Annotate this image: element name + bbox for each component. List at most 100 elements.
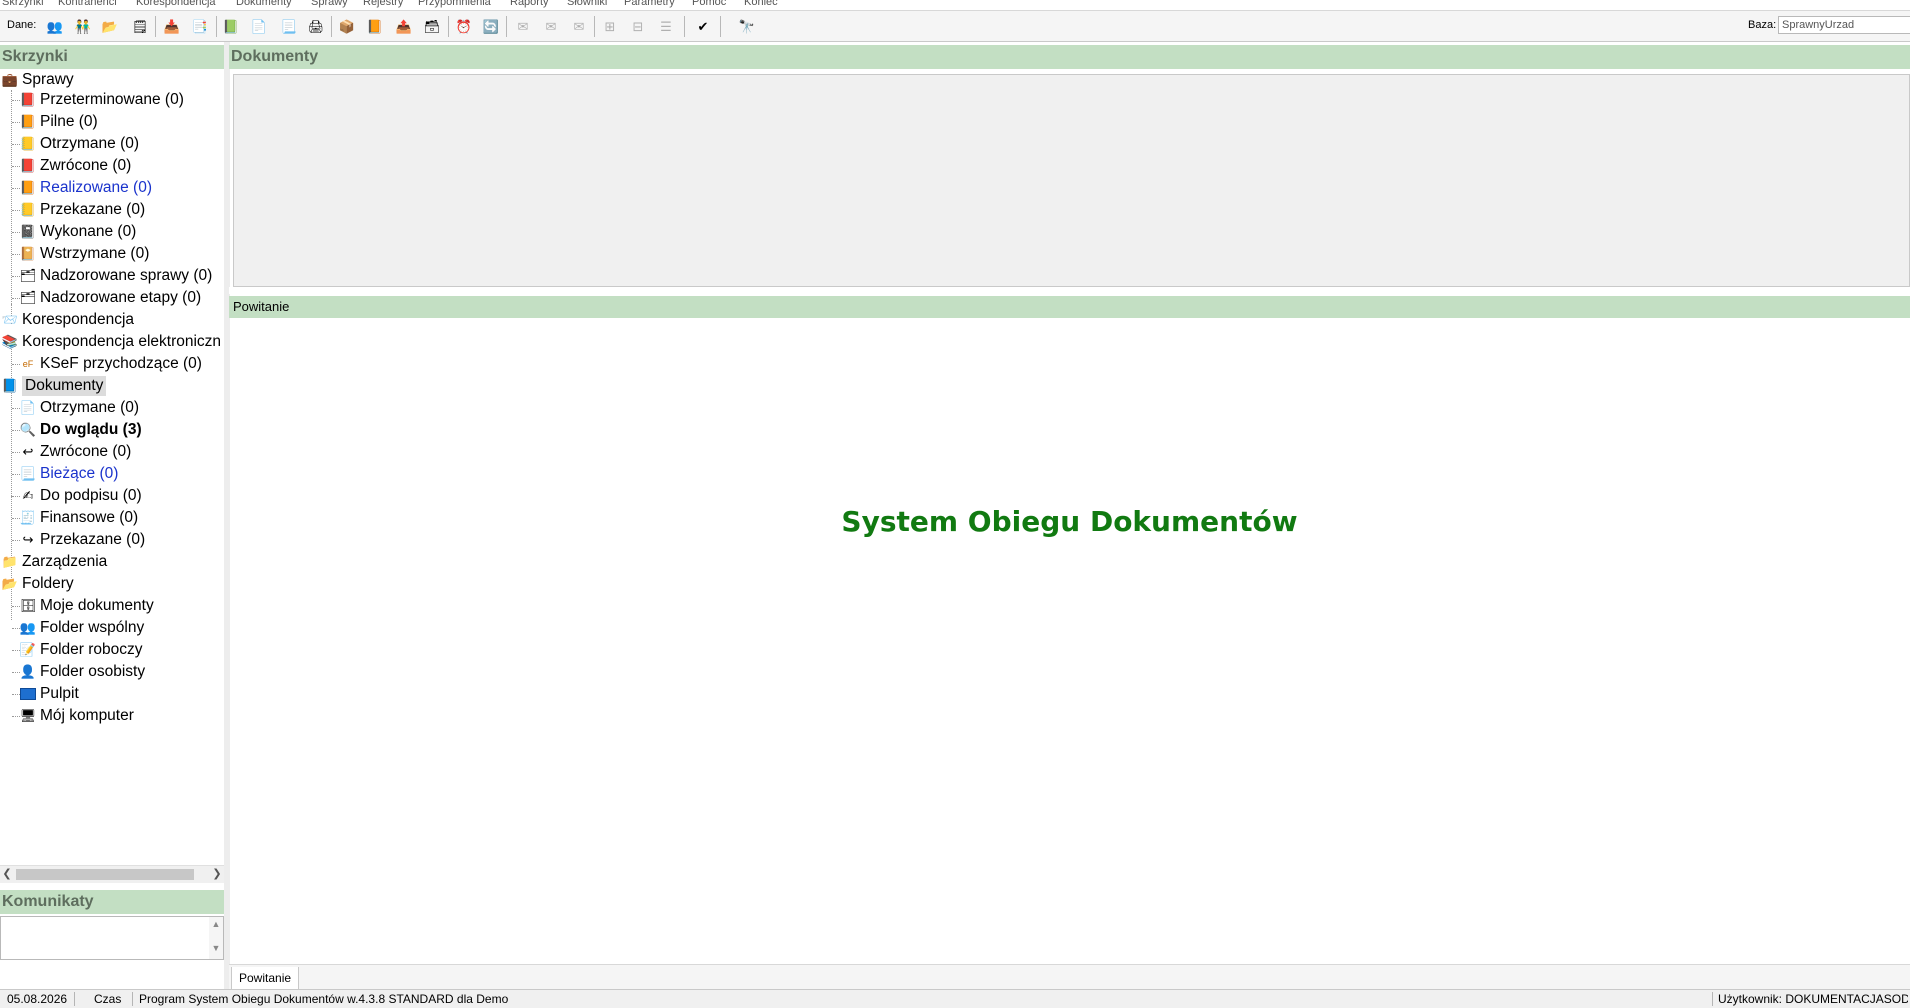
tree-node-finansowe[interactable]: 🧾 Finansowe (0): [20, 508, 138, 528]
doc-returned-icon: ↩: [22, 444, 34, 459]
tree-node-dok-zwrocone[interactable]: ↩ Zwrócone (0): [20, 442, 132, 462]
tree-node-wykonane[interactable]: 📓 Wykonane (0): [20, 222, 136, 242]
case-done-icon: 📓: [19, 224, 37, 239]
mail-icon[interactable]: ✉: [514, 17, 532, 35]
tree-node-zarzadzenia[interactable]: 📁 Zarządzenia: [2, 552, 107, 572]
tree-node-sprawy[interactable]: 💼 Sprawy: [2, 70, 74, 90]
menu-parametry[interactable]: Parametry: [624, 0, 675, 8]
tree-node-zwrocone[interactable]: 📕 Zwrócone (0): [20, 156, 131, 176]
tree-node-do-wgladu[interactable]: 🔍 Do wglądu (3): [20, 420, 142, 440]
menu-korespondencja[interactable]: Korespondencja: [136, 0, 216, 8]
tree-node-realizowane[interactable]: 📙 Realizowane (0): [20, 178, 152, 198]
tree-node-korespondencja-elektroniczna[interactable]: 📚 Korespondencja elektroniczn: [2, 332, 221, 352]
menu-rejestry[interactable]: Rejestry: [363, 0, 403, 8]
users-icon[interactable]: 👬: [74, 17, 92, 35]
check-icon[interactable]: ✔: [694, 17, 712, 35]
menu-raporty[interactable]: Raporty: [510, 0, 549, 8]
mail-open-icon[interactable]: ✉: [542, 17, 560, 35]
tree-node-ksef[interactable]: eF KSeF przychodzące (0): [20, 354, 202, 374]
case-returned-icon: 📕: [19, 158, 37, 173]
toolbar-separator: [684, 16, 685, 37]
tree-node-nadzorowane-sprawy[interactable]: 🗂 Nadzorowane sprawy (0): [20, 266, 213, 286]
tree-node-korespondencja[interactable]: 📨 Korespondencja: [2, 310, 134, 330]
green-doc-icon[interactable]: 📗: [222, 17, 240, 35]
dokumenty-list-area[interactable]: [233, 74, 1910, 287]
doc-icon[interactable]: 📄: [250, 17, 268, 35]
doc-arrow-icon[interactable]: 📃: [280, 17, 298, 35]
tree-list-icon[interactable]: ☰: [657, 17, 675, 35]
open-folder-icon[interactable]: 📂: [101, 17, 119, 35]
menu-dokumenty[interactable]: Dokumenty: [236, 0, 292, 8]
tree-node-moj-komputer[interactable]: 🖥 Mój komputer: [20, 706, 134, 726]
tree-node-dok-przekazane[interactable]: ↪ Przekazane (0): [20, 530, 146, 550]
tree-node-foldery[interactable]: 📂 Foldery: [2, 574, 74, 594]
tree-node-wstrzymane[interactable]: 📔 Wstrzymane (0): [20, 244, 149, 264]
menu-skrzynki[interactable]: Skrzynki: [2, 0, 44, 8]
tree-node-folder-osobisty[interactable]: 👤 Folder osobisty: [20, 662, 145, 682]
tree-node-przekazane[interactable]: 📒 Przekazane (0): [20, 200, 145, 220]
refresh-icon[interactable]: 🔄: [482, 17, 500, 35]
toolbar-separator: [594, 16, 595, 37]
case-forward-icon[interactable]: 📤: [395, 17, 413, 35]
clock-icon[interactable]: ⏰: [455, 17, 473, 35]
scroll-right-icon[interactable]: ❯: [210, 866, 224, 883]
add-doc-icon[interactable]: 📥: [163, 17, 181, 35]
open-folder-icon: 📂: [1, 576, 19, 591]
tree-collapse-icon[interactable]: ⊟: [629, 17, 647, 35]
tree-connector: [11, 340, 12, 516]
tree-node-przeterminowane[interactable]: 📕 Przeterminowane (0): [20, 90, 184, 110]
case-book-icon[interactable]: 📙: [366, 17, 384, 35]
tree-connector: [12, 364, 20, 365]
stage-supervised-icon: 🗂: [19, 290, 37, 305]
case-grid-icon[interactable]: 🗃: [423, 17, 441, 35]
tree-connector: [12, 452, 20, 453]
tree-node-otrzymane[interactable]: 📒 Otrzymane (0): [20, 134, 139, 154]
scroll-down-icon[interactable]: ▼: [209, 943, 223, 953]
tree-expand-icon[interactable]: ⊞: [601, 17, 619, 35]
shared-folder-icon: 👥: [19, 620, 37, 635]
menu-slowniki[interactable]: Słowniki: [567, 0, 607, 8]
case-up-icon[interactable]: 📦: [338, 17, 356, 35]
tree-connector: [12, 496, 20, 497]
tree-horizontal-scrollbar[interactable]: ❮ ❯: [0, 865, 224, 883]
scroll-up-icon[interactable]: ▲: [209, 919, 223, 929]
skrzynki-header: Skrzynki: [0, 45, 224, 69]
tree-node-dok-otrzymane[interactable]: 📄 Otrzymane (0): [20, 398, 139, 418]
list-icon[interactable]: 🗒: [131, 17, 149, 35]
menu-koniec[interactable]: Koniec: [744, 0, 778, 8]
menu-sprawy[interactable]: Sprawy: [311, 0, 348, 8]
status-separator: [1712, 992, 1713, 1006]
tree-node-label: Pilne (0): [40, 113, 98, 130]
search-binoculars-icon[interactable]: 🔭: [738, 17, 756, 35]
tree-node-label: Korespondencja: [22, 311, 135, 328]
pane-splitter[interactable]: [229, 287, 1910, 294]
tree-node-folder-wspolny[interactable]: 👥 Folder wspólny: [20, 618, 144, 638]
copy-doc-icon[interactable]: 📑: [191, 17, 209, 35]
mail-send-icon[interactable]: ✉: [570, 17, 588, 35]
tree-node-pulpit[interactable]: Pulpit: [20, 684, 79, 704]
tree-node-nadzorowane-etapy[interactable]: 🗂 Nadzorowane etapy (0): [20, 288, 201, 308]
tab-powitanie[interactable]: Powitanie: [231, 967, 300, 990]
komunikaty-scrollbar[interactable]: ▲ ▼: [209, 917, 223, 959]
komunikaty-header: Komunikaty: [0, 890, 224, 914]
doc-print-icon[interactable]: 🖨: [307, 17, 325, 35]
scrollbar-thumb[interactable]: [16, 869, 194, 880]
tree-node-pilne[interactable]: 📙 Pilne (0): [20, 112, 98, 132]
contacts-icon[interactable]: 👥: [46, 17, 64, 35]
tree-node-folder-roboczy[interactable]: 📝 Folder roboczy: [20, 640, 143, 660]
baza-input[interactable]: [1778, 16, 1910, 34]
menu-przypomnienia[interactable]: Przypomnienia: [418, 0, 491, 8]
tree-node-moje-dokumenty[interactable]: 🗄 Moje dokumenty: [20, 596, 154, 616]
toolbar-separator: [720, 16, 721, 37]
komunikaty-box[interactable]: ▲ ▼: [0, 916, 224, 960]
tree-connector: [12, 650, 20, 651]
tree-node-dokumenty[interactable]: 📘 Dokumenty: [2, 376, 107, 396]
doc-review-icon: 🔍: [19, 422, 37, 437]
tree-node-do-podpisu[interactable]: ✍ Do podpisu (0): [20, 486, 142, 506]
menu-kontrahenci[interactable]: Kontrahenci: [58, 0, 117, 8]
tree-node-biezace[interactable]: 📃 Bieżące (0): [20, 464, 119, 484]
menu-pomoc[interactable]: Pomoc: [692, 0, 726, 8]
tree-connector: [11, 90, 12, 320]
my-documents-icon: 🗄: [19, 598, 37, 613]
scroll-left-icon[interactable]: ❮: [0, 866, 14, 883]
